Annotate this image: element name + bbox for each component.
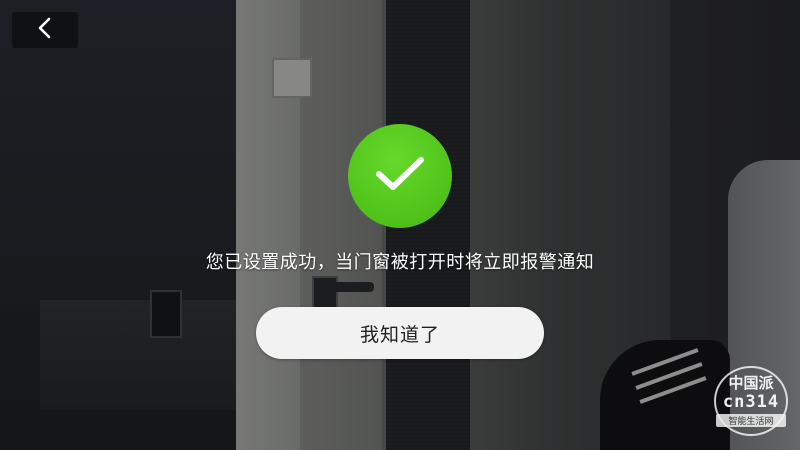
success-check-badge — [348, 124, 452, 228]
checkmark-icon — [374, 154, 426, 198]
watermark-logo: 中国派 cn314 智能生活网 — [708, 366, 794, 436]
watermark-title: 中国派 — [728, 374, 774, 392]
watermark-code: cn314 — [722, 392, 780, 412]
watermark-subtitle: 智能生活网 — [716, 414, 786, 427]
got-it-button[interactable]: 我知道了 — [256, 307, 544, 359]
camera-setup-success-screen: 您已设置成功，当门窗被打开时将立即报警通知 我知道了 中国派 cn314 智能生… — [0, 0, 800, 450]
chevron-left-icon — [37, 17, 53, 43]
back-button[interactable] — [12, 12, 78, 48]
got-it-button-label: 我知道了 — [359, 323, 440, 346]
success-message: 您已设置成功，当门窗被打开时将立即报警通知 — [205, 252, 595, 273]
